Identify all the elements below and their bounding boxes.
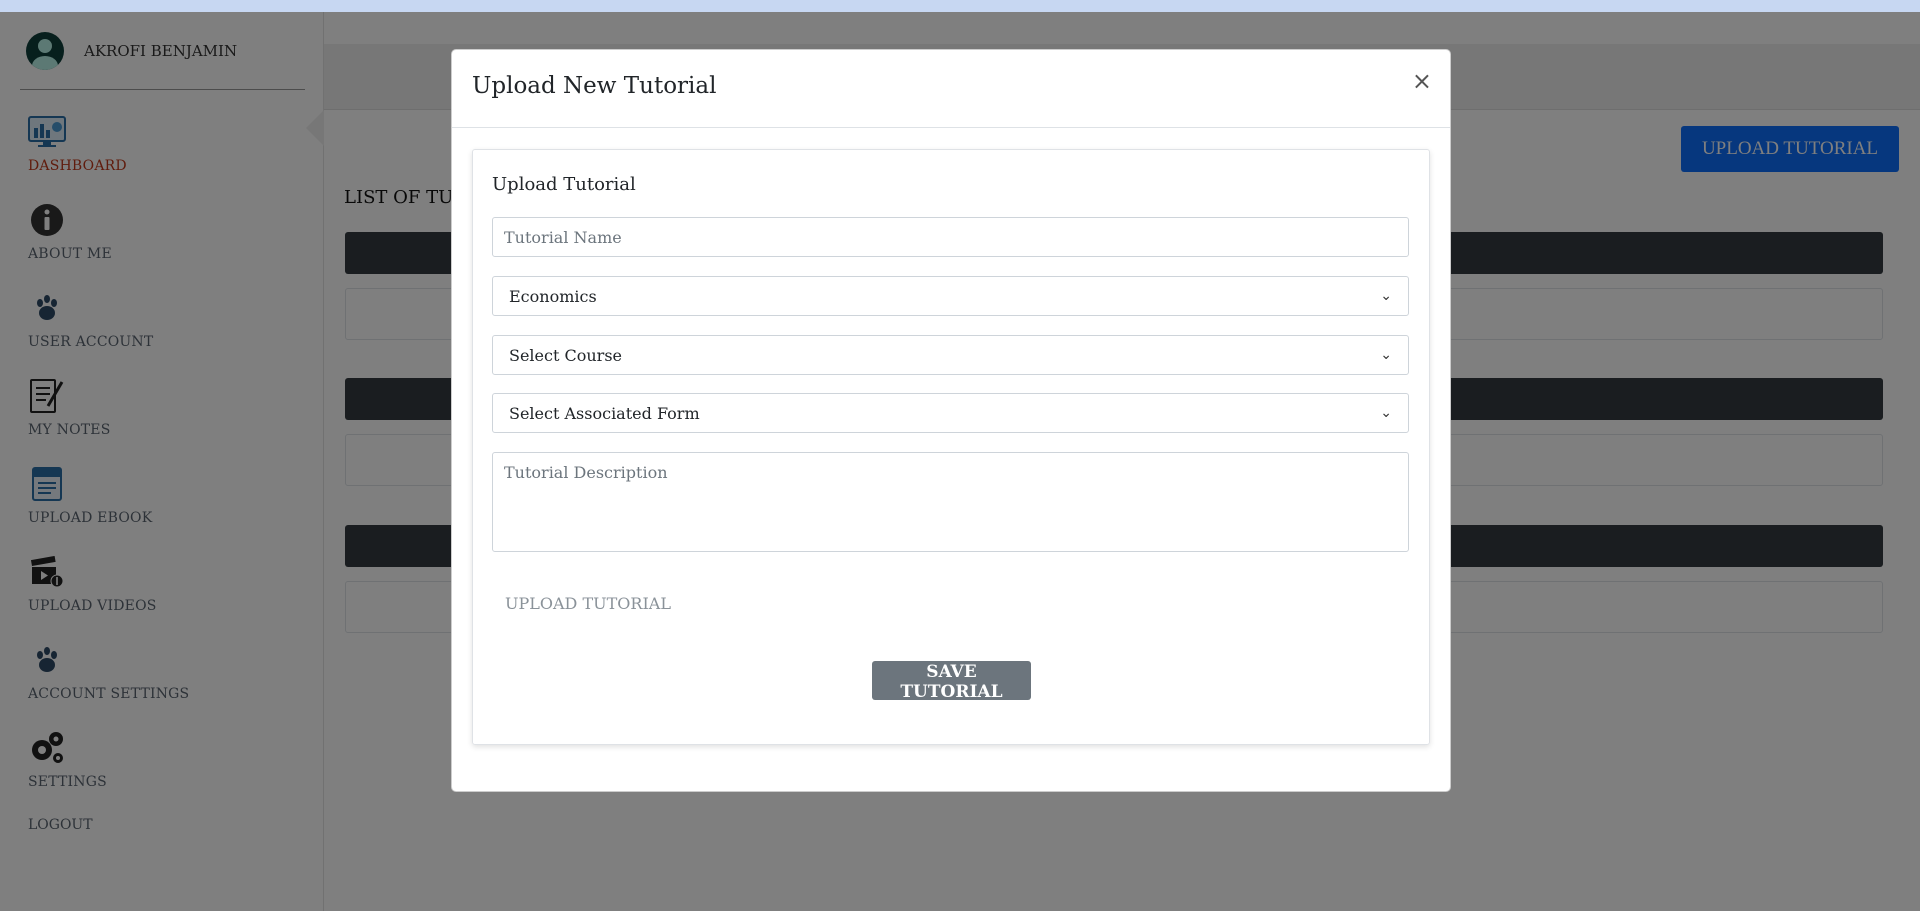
modal-header: Upload New Tutorial ×	[452, 50, 1450, 128]
course-select-value: Select Course	[509, 345, 622, 365]
chevron-down-icon: ⌄	[1380, 288, 1392, 304]
browser-top-strip	[0, 0, 1920, 12]
save-tutorial-button[interactable]: SAVE TUTORIAL	[872, 661, 1031, 702]
close-icon[interactable]: ×	[1412, 69, 1432, 93]
modal-title: Upload New Tutorial	[472, 73, 717, 99]
upload-tutorial-file-label[interactable]: UPLOAD TUTORIAL	[505, 594, 671, 613]
chevron-down-icon: ⌄	[1380, 347, 1392, 363]
form-select-value: Select Associated Form	[509, 403, 700, 423]
upload-form-card: Upload Tutorial Tutorial Name Economics …	[472, 149, 1430, 745]
course-select[interactable]: Select Course ⌄	[492, 335, 1409, 375]
chevron-down-icon: ⌄	[1380, 405, 1392, 421]
tutorial-name-input[interactable]: Tutorial Name	[492, 217, 1409, 257]
subject-select-value: Economics	[509, 286, 597, 306]
associated-form-select[interactable]: Select Associated Form ⌄	[492, 393, 1409, 433]
upload-tutorial-modal: Upload New Tutorial × Upload Tutorial Tu…	[451, 49, 1451, 792]
tutorial-description-textarea[interactable]: Tutorial Description	[492, 452, 1409, 552]
subject-select[interactable]: Economics ⌄	[492, 276, 1409, 316]
card-title: Upload Tutorial	[492, 174, 636, 195]
